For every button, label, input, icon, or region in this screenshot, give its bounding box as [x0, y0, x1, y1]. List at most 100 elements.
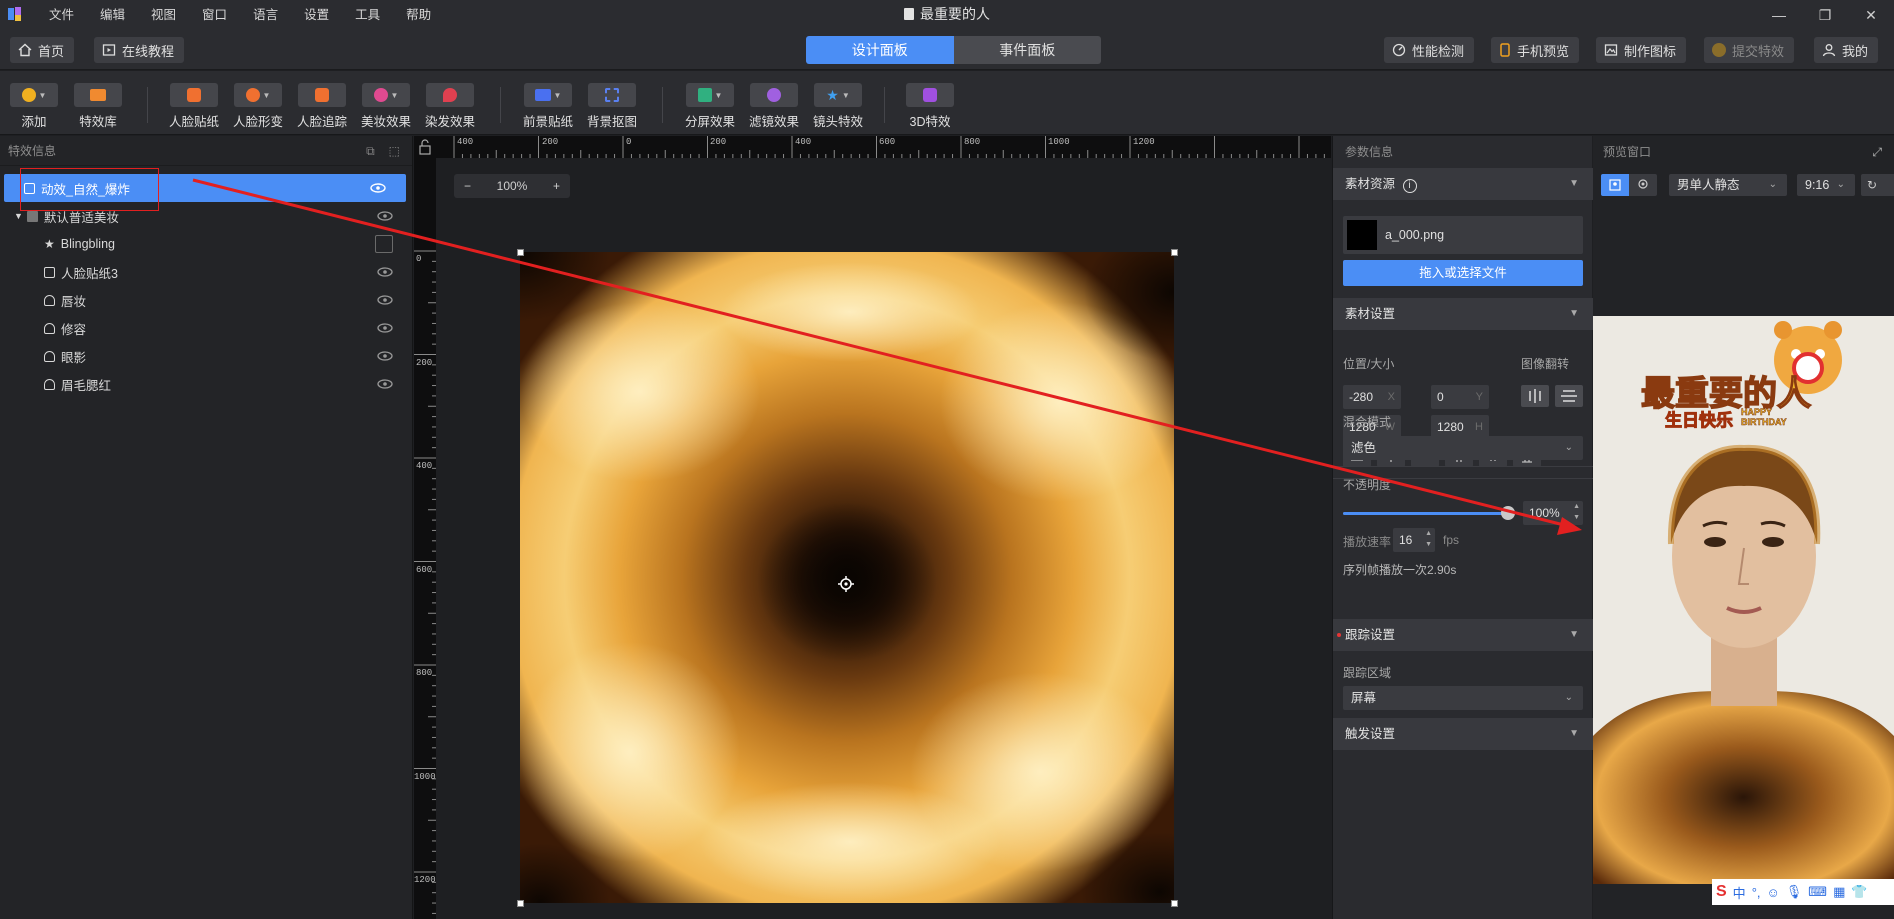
resize-handle-bottom-right[interactable] — [1171, 900, 1178, 907]
close-button[interactable]: ✕ — [1848, 0, 1894, 30]
opacity-slider[interactable] — [1343, 506, 1515, 520]
layer-eyeshadow[interactable]: 眼影 — [0, 342, 413, 370]
flip-horizontal-icon — [1529, 389, 1541, 403]
blend-mode-select[interactable]: 滤色 ⌄ — [1343, 436, 1583, 460]
phone-preview-button[interactable]: 手机预览 — [1491, 37, 1580, 63]
minimize-button[interactable]: — — [1756, 0, 1802, 30]
menu-help[interactable]: 帮助 — [393, 0, 444, 30]
flip-horizontal-button[interactable] — [1521, 385, 1549, 407]
layer-lip-makeup[interactable]: 唇妆 — [0, 286, 413, 314]
trigger-settings-section[interactable]: 触发设置 ▼ — [1333, 718, 1593, 750]
eye-icon[interactable] — [377, 351, 393, 361]
preview-model-select[interactable]: 男单人静态 ⌄ — [1669, 174, 1787, 196]
chevron-down-icon: ⌄ — [1564, 442, 1573, 453]
eye-icon[interactable] — [377, 323, 393, 333]
tutorial-button[interactable]: 在线教程 — [94, 37, 185, 63]
tool-add[interactable]: ▼ 添加 — [4, 83, 64, 130]
tool-effect-library[interactable]: 特效库 — [68, 83, 128, 130]
eye-icon[interactable] — [377, 379, 393, 389]
shirt-icon[interactable]: 👕 — [1851, 884, 1867, 900]
menu-tools[interactable]: 工具 — [342, 0, 393, 30]
position-y-field[interactable]: 0Y — [1431, 385, 1489, 409]
menu-file[interactable]: 文件 — [36, 0, 87, 30]
stepper-down-icon[interactable]: ▼ — [1573, 512, 1580, 524]
resize-handle-bottom-left[interactable] — [517, 900, 524, 907]
copy-icon[interactable]: ⧉ — [366, 136, 375, 166]
eye-icon[interactable] — [377, 295, 393, 305]
reset-preview-button[interactable]: ↻ — [1861, 174, 1894, 196]
flip-vertical-button[interactable] — [1555, 385, 1583, 407]
ime-language[interactable]: 中 — [1733, 883, 1746, 902]
info-icon[interactable]: i — [1402, 179, 1417, 193]
tab-design-panel[interactable]: 设计面板 — [806, 36, 954, 64]
visibility-checkbox[interactable] — [375, 235, 393, 253]
my-account-button[interactable]: 我的 — [1814, 37, 1879, 63]
playback-rate-input[interactable]: 16 ▲ ▼ — [1393, 528, 1435, 552]
tool-face-sticker[interactable]: 人脸贴纸 — [164, 83, 224, 130]
tracking-settings-section[interactable]: 跟踪设置 ▼ — [1333, 619, 1593, 651]
layer-brow-blush[interactable]: 眉毛腮红 — [0, 370, 413, 398]
eye-icon[interactable] — [377, 211, 393, 221]
expand-caret-icon[interactable]: ▼ — [14, 211, 23, 221]
emoji-icon[interactable]: ☺ — [1767, 885, 1780, 900]
foreground-sticker-icon — [534, 89, 551, 101]
performance-check-button[interactable]: 性能检测 — [1384, 37, 1475, 63]
lock-icon[interactable] — [414, 136, 436, 158]
asset-resource-section[interactable]: 素材资源 i ▼ — [1333, 168, 1593, 200]
tool-hair-dye[interactable]: 染发效果 — [420, 83, 480, 130]
maximize-button[interactable]: ❐ — [1802, 0, 1848, 30]
keyboard-icon[interactable]: ⌨ — [1808, 884, 1827, 900]
explosion-effect-image[interactable] — [520, 252, 1174, 903]
choose-file-button[interactable]: 拖入或选择文件 — [1343, 260, 1583, 286]
tool-lens-effect[interactable]: ★ ▼ 镜头特效 — [808, 83, 868, 130]
anchor-point-icon[interactable] — [838, 576, 854, 592]
tool-background-cutout[interactable]: 背景抠图 — [582, 83, 642, 130]
menu-language[interactable]: 语言 — [240, 0, 291, 30]
tracking-area-select[interactable]: 屏幕 ⌄ — [1343, 686, 1583, 710]
expand-icon[interactable]: ⤢ — [1872, 136, 1882, 168]
camera-mode-button[interactable] — [1629, 174, 1657, 196]
asset-settings-title: 素材设置 — [1345, 307, 1396, 321]
resize-handle-top-left[interactable] — [517, 249, 524, 256]
asset-file-row[interactable]: a_000.png — [1343, 216, 1583, 254]
ime-punctuation[interactable]: °, — [1752, 885, 1761, 900]
resize-handle-top-right[interactable] — [1171, 249, 1178, 256]
position-x-field[interactable]: -280 X — [1343, 385, 1401, 409]
home-button[interactable]: 首页 — [10, 37, 75, 63]
tool-makeup[interactable]: ▼ 美妆效果 — [356, 83, 416, 130]
eye-icon[interactable] — [370, 183, 386, 193]
zoom-out-button[interactable]: − — [464, 179, 471, 193]
duplicate-icon[interactable]: ⬚ — [389, 136, 400, 166]
ime-logo[interactable]: S — [1716, 883, 1727, 901]
add-icon-box: ▼ — [10, 83, 58, 107]
layer-face-sticker-3[interactable]: 人脸贴纸3 — [0, 258, 413, 286]
stepper-down-icon[interactable]: ▼ — [1425, 539, 1432, 551]
eye-icon[interactable] — [377, 267, 393, 277]
menu-view[interactable]: 视图 — [138, 0, 189, 30]
layer-blingbling[interactable]: ★ Blingbling — [0, 230, 413, 258]
opacity-slider-handle[interactable] — [1501, 506, 1515, 520]
preview-header: 预览窗口 ⤢ — [1593, 136, 1894, 168]
tool-foreground-sticker[interactable]: ▼ 前景贴纸 — [518, 83, 578, 130]
tab-event-panel[interactable]: 事件面板 — [953, 36, 1101, 64]
make-icon-button[interactable]: 制作图标 — [1596, 37, 1687, 63]
menu-edit[interactable]: 编辑 — [87, 0, 138, 30]
ruler-left-label: 1000 — [414, 772, 436, 782]
microphone-icon[interactable]: 🎙 — [1786, 884, 1803, 900]
tool-face-morph[interactable]: ▼ 人脸形变 — [228, 83, 288, 130]
menu-settings[interactable]: 设置 — [291, 0, 342, 30]
aspect-ratio-select[interactable]: 9:16 ⌄ — [1797, 174, 1855, 196]
tool-3d-effect[interactable]: 3D特效 — [900, 83, 960, 130]
menu-window[interactable]: 窗口 — [189, 0, 240, 30]
submit-effect-button[interactable]: 提交特效 — [1704, 37, 1795, 63]
tool-filter[interactable]: 滤镜效果 — [744, 83, 804, 130]
asset-settings-section[interactable]: 素材设置 ▼ — [1333, 298, 1593, 330]
portrait-mode-button[interactable] — [1601, 174, 1629, 196]
grid-icon[interactable]: ▦ — [1833, 884, 1845, 900]
opacity-input[interactable]: 100% ▲ ▼ — [1523, 501, 1583, 525]
design-canvas[interactable]: 400 200 0 200 400 600 800 1000 1200 0 20… — [414, 136, 1331, 919]
layer-contour[interactable]: 修容 — [0, 314, 413, 342]
tool-face-tracking[interactable]: 人脸追踪 — [292, 83, 352, 130]
tool-split-screen[interactable]: ▼ 分屏效果 — [680, 83, 740, 130]
zoom-in-button[interactable]: + — [553, 179, 560, 193]
